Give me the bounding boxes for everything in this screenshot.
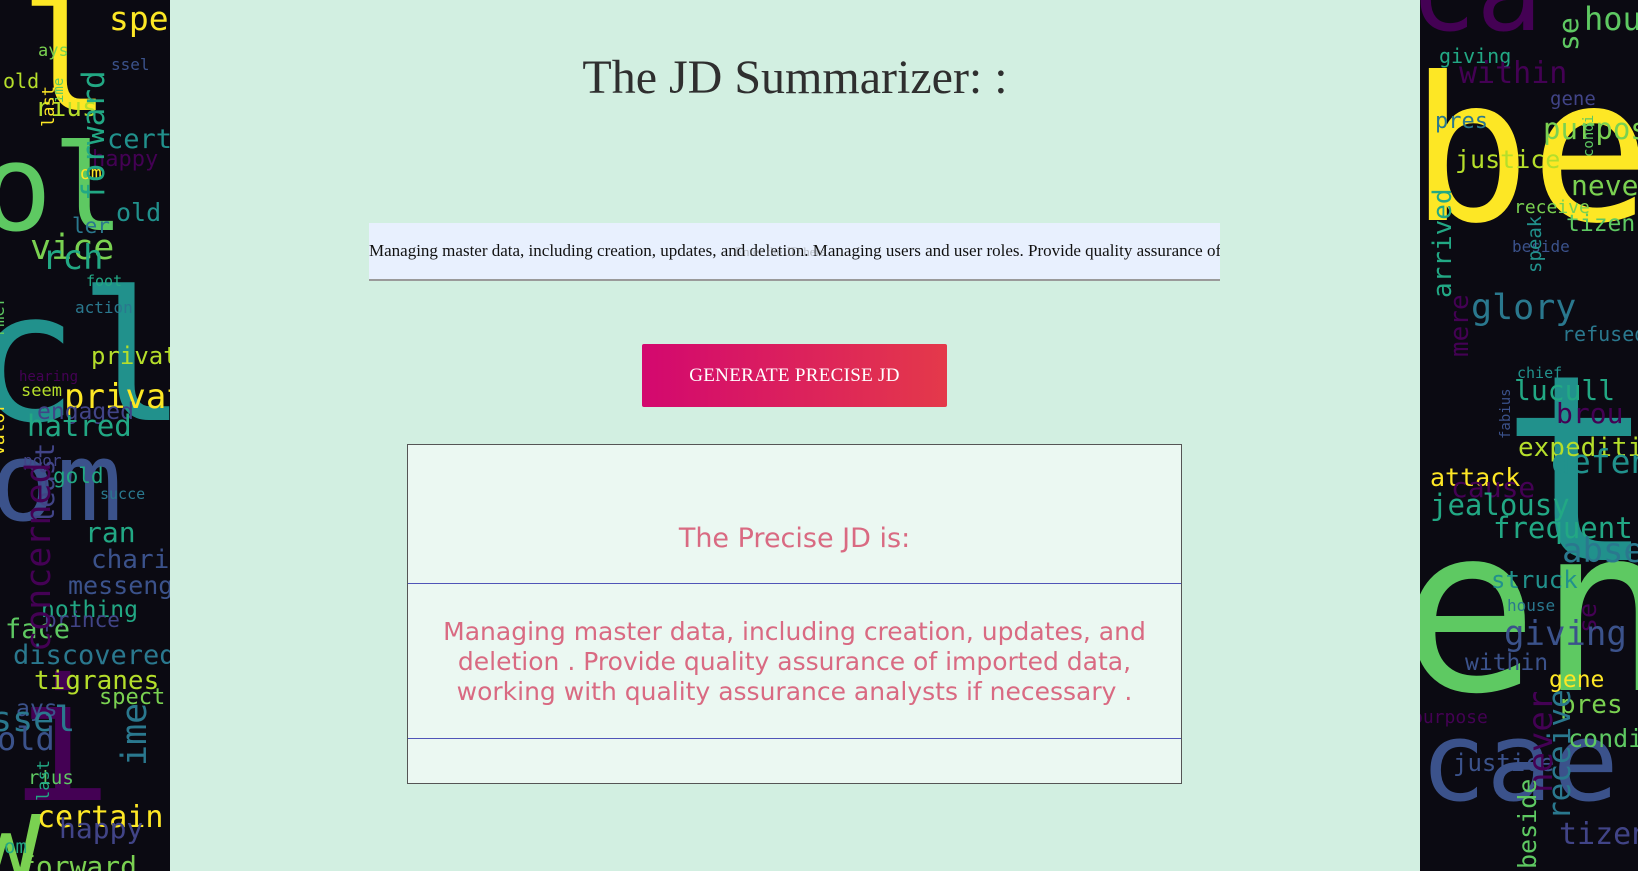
wordcloud-word: foot xyxy=(86,272,122,290)
wordcloud-word: spect xyxy=(109,0,170,38)
wordcloud-word: glory xyxy=(1471,288,1576,328)
result-panel: The Precise JD is: Managing master data,… xyxy=(407,444,1182,784)
wordcloud-word: giving xyxy=(1504,614,1627,654)
wordcloud-word: old xyxy=(116,198,161,227)
wordcloud-word: struck xyxy=(1491,566,1578,594)
wordcloud-word: pres xyxy=(1435,109,1488,134)
wordcloud-word: private xyxy=(91,342,170,370)
result-divider-bottom xyxy=(408,738,1181,739)
wordcloud-word: justice xyxy=(1455,145,1560,174)
wordcloud-word: tizen xyxy=(1559,817,1638,852)
wordcloud-word: ssel xyxy=(111,55,150,74)
wordcloud-word: seem xyxy=(21,381,62,401)
wordcloud-word: defense xyxy=(1551,442,1638,481)
wordcloud-word: forward xyxy=(76,70,112,201)
wordcloud-word: se xyxy=(1552,17,1585,51)
result-heading: The Precise JD is: xyxy=(678,523,911,554)
jd-input-field[interactable] xyxy=(369,223,1220,281)
wordcloud-word: concerned xyxy=(19,462,59,652)
wordcloud-word: old xyxy=(0,720,55,758)
wordcloud-right-image: beentcaecahousesegivingwithingeneprespur… xyxy=(1420,0,1638,869)
page-title: The JD Summarizer: : xyxy=(582,51,1008,104)
wordcloud-word: tizen xyxy=(1566,211,1635,237)
wordcloud-word: succe xyxy=(100,485,145,503)
wordcloud-word: beside xyxy=(1513,779,1542,869)
wordcloud-word: arrived xyxy=(1428,188,1458,298)
wordcloud-word: hatred xyxy=(27,409,132,443)
wordcloud-word: receive xyxy=(1542,689,1578,820)
wordcloud-word: speak xyxy=(1524,215,1546,273)
wordcloud-word: mere xyxy=(1445,294,1475,357)
wordcloud-word: condi xyxy=(1568,724,1638,753)
wordcloud-left-panel: lolclomiwspectayssseloldimeriuslastcerta… xyxy=(0,0,170,871)
wordcloud-word: valor xyxy=(0,402,9,456)
generate-precise-jd-button[interactable]: GENERATE PRECISE JD xyxy=(642,344,947,407)
wordcloud-word: within xyxy=(1459,56,1567,91)
wordcloud-right-panel: beentcaecahousesegivingwithingeneprespur… xyxy=(1420,0,1638,871)
wordcloud-word: gene xyxy=(1550,88,1596,110)
wordcloud-word: condi xyxy=(1581,115,1597,157)
wordcloud-word: old xyxy=(3,69,39,93)
wordcloud-word: messenger xyxy=(68,571,170,600)
wordcloud-word: last xyxy=(39,86,59,127)
wordcloud-word: within xyxy=(1465,650,1548,676)
result-text: Managing master data, including creation… xyxy=(443,617,1146,706)
wordcloud-word: brou xyxy=(1556,397,1623,430)
wordcloud-word: ays xyxy=(38,41,69,61)
main-content: The JD Summarizer: : Enter the JD here G… xyxy=(170,0,1420,871)
wordcloud-word: happy xyxy=(59,812,143,845)
wordcloud-word: absence xyxy=(1562,531,1638,571)
wordcloud-word: last xyxy=(34,760,54,801)
wordcloud-word: ime xyxy=(115,703,155,766)
wordcloud-word: purpose xyxy=(1420,707,1488,728)
wordcloud-word: rmer xyxy=(0,296,9,337)
wordcloud-word: fabius xyxy=(1498,388,1514,439)
wordcloud-word: action xyxy=(75,298,133,317)
wordcloud-word: refused xyxy=(1562,322,1638,346)
result-divider-top xyxy=(408,583,1181,584)
wordcloud-word: forward xyxy=(19,850,137,871)
wordcloud-word: house xyxy=(1584,0,1638,38)
wordcloud-left-image: lolclomiwspectayssseloldimeriuslastcerta… xyxy=(0,0,170,871)
wordcloud-word: house xyxy=(1507,596,1555,615)
